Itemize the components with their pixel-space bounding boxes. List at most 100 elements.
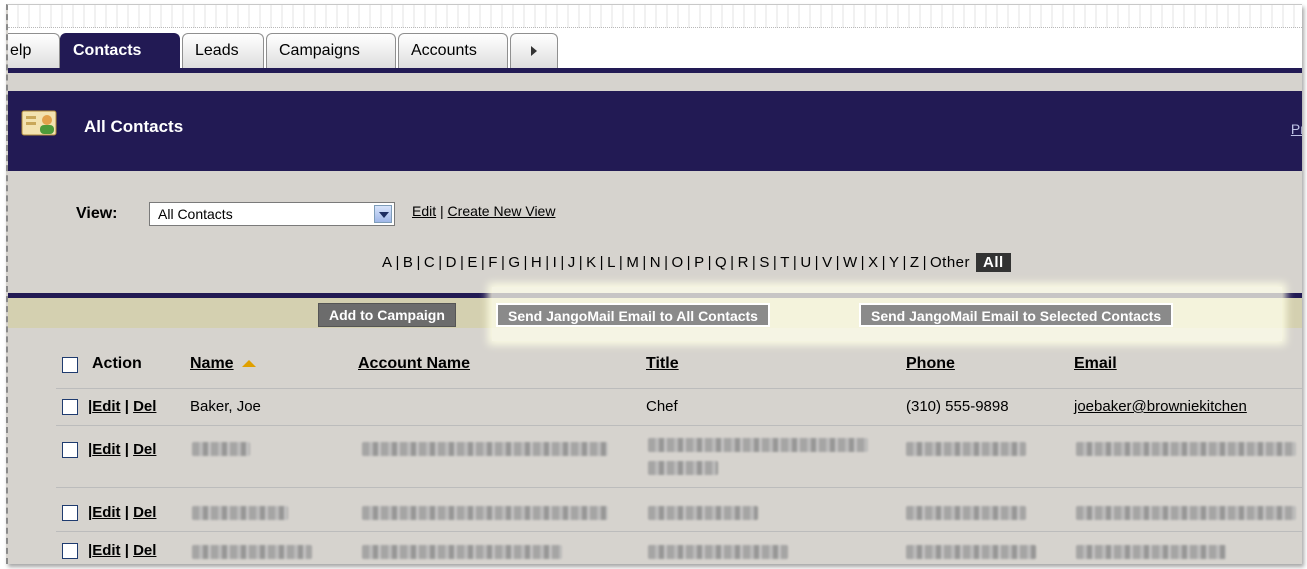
column-header-title[interactable]: Title (646, 355, 679, 373)
chevron-right-icon (531, 45, 537, 56)
redacted-phone (906, 545, 1036, 559)
row-actions: |Edit | Del (88, 441, 156, 458)
row-checkbox[interactable] (62, 442, 78, 458)
alphabet-separator: | (707, 254, 712, 271)
column-header-action: Action (92, 355, 142, 372)
tab-accounts[interactable]: Accounts (398, 33, 508, 68)
alphabet-letter-s[interactable]: S (759, 254, 770, 271)
action-separator: | (124, 542, 129, 559)
redacted-name (192, 442, 250, 456)
row-checkbox[interactable] (62, 505, 78, 521)
alphabet-separator: | (860, 254, 866, 271)
alphabet-letter-z[interactable]: Z (910, 254, 920, 271)
alphabet-letter-y[interactable]: Y (889, 254, 900, 271)
redacted-email (1076, 506, 1296, 520)
tab-campaigns[interactable]: Campaigns (266, 33, 396, 68)
alphabet-separator: | (664, 254, 669, 271)
tab-contacts[interactable]: Contacts (60, 33, 180, 68)
row-checkbox[interactable] (62, 399, 78, 415)
select-all-checkbox[interactable] (62, 357, 78, 373)
alphabet-letter-d[interactable]: D (446, 254, 457, 271)
edit-view-link[interactable]: Edit (412, 203, 436, 219)
alphabet-letter-o[interactable]: O (671, 254, 683, 271)
redacted-phone (906, 506, 1026, 520)
alphabet-letter-other[interactable]: Other (930, 254, 970, 271)
alphabet-letter-k[interactable]: K (586, 254, 597, 271)
alphabet-separator: | (438, 254, 443, 271)
tab-help[interactable]: elp (8, 33, 60, 68)
nav-spacer (8, 73, 1302, 91)
add-to-campaign-button[interactable]: Add to Campaign (318, 303, 456, 327)
alphabet-letter-m[interactable]: M (626, 254, 639, 271)
create-new-view-link[interactable]: Create New View (448, 203, 556, 219)
row-edit-link[interactable]: Edit (92, 441, 120, 458)
alphabet-separator: | (642, 254, 647, 271)
action-separator: | (124, 441, 129, 458)
alphabet-letter-j[interactable]: J (568, 254, 576, 271)
alphabet-letter-t[interactable]: T (780, 254, 790, 271)
page-title: All Contacts (84, 117, 184, 136)
alphabet-letter-q[interactable]: Q (715, 254, 727, 271)
row-edit-link[interactable]: Edit (92, 542, 120, 559)
alphabet-letter-l[interactable]: L (607, 254, 616, 271)
alphabet-letter-w[interactable]: W (843, 254, 858, 271)
send-jangomail-selected-button[interactable]: Send JangoMail Email to Selected Contact… (859, 303, 1174, 327)
redacted-title (648, 506, 758, 520)
alphabet-letter-b[interactable]: B (403, 254, 414, 271)
contact-email[interactable]: joebaker@browniekitchen (1074, 398, 1247, 415)
row-edit-link[interactable]: Edit (92, 504, 120, 521)
contact-email-link[interactable]: joebaker@browniekitchen (1074, 398, 1247, 415)
alphabet-letter-r[interactable]: R (738, 254, 749, 271)
row-divider (56, 388, 1302, 389)
alphabet-separator: | (480, 254, 486, 271)
alphabet-separator: | (814, 254, 820, 271)
column-header-name-label: Name (190, 355, 234, 372)
alphabet-separator: | (578, 254, 584, 271)
alphabet-separator: | (881, 254, 886, 271)
redacted-name (192, 506, 288, 520)
alphabet-separator: | (500, 254, 506, 271)
alphabet-separator: | (922, 254, 927, 271)
column-header-phone[interactable]: Phone (906, 355, 955, 373)
printable-view-link[interactable]: Pri (1291, 121, 1302, 137)
row-delete-link[interactable]: Del (133, 504, 156, 521)
alphabet-letter-g[interactable]: G (508, 254, 520, 271)
row-delete-link[interactable]: Del (133, 398, 156, 415)
row-delete-link[interactable]: Del (133, 441, 156, 458)
alphabet-letter-p[interactable]: P (694, 254, 705, 271)
tab-more-arrow[interactable] (510, 33, 558, 68)
alphabet-separator: | (523, 254, 528, 271)
contact-title: Chef (646, 398, 678, 415)
alphabet-separator: | (772, 254, 778, 271)
alphabet-letter-i[interactable]: I (553, 254, 558, 271)
browser-top-edge (8, 5, 1302, 28)
column-header-email[interactable]: Email (1074, 355, 1117, 373)
alphabet-letter-u[interactable]: U (800, 254, 811, 271)
alphabet-letter-n[interactable]: N (650, 254, 661, 271)
alphabet-letter-x[interactable]: X (868, 254, 879, 271)
row-divider (56, 425, 1302, 426)
send-jangomail-all-button[interactable]: Send JangoMail Email to All Contacts (496, 303, 770, 327)
alphabet-letter-e[interactable]: E (467, 254, 478, 271)
alphabet-all-selected[interactable]: All (976, 253, 1011, 272)
column-header-name[interactable]: Name (190, 355, 256, 373)
column-header-account[interactable]: Account Name (358, 355, 470, 373)
row-edit-link[interactable]: Edit (92, 398, 120, 415)
contact-name[interactable]: Baker, Joe (190, 398, 261, 415)
alphabet-letter-a[interactable]: A (382, 254, 393, 271)
alphabet-letter-v[interactable]: V (822, 254, 833, 271)
view-links: Edit | Create New View (412, 203, 555, 219)
tab-leads[interactable]: Leads (182, 33, 264, 68)
alphabet-separator: | (686, 254, 692, 271)
alphabet-letter-c[interactable]: C (424, 254, 435, 271)
alphabet-letter-h[interactable]: H (531, 254, 542, 271)
row-delete-link[interactable]: Del (133, 542, 156, 559)
alphabet-separator: | (599, 254, 605, 271)
alphabet-separator: | (560, 254, 565, 271)
redacted-title (648, 438, 868, 452)
chevron-down-icon[interactable] (374, 205, 392, 223)
row-checkbox[interactable] (62, 543, 78, 559)
alphabet-separator: | (416, 254, 421, 271)
view-select[interactable]: All Contacts (149, 202, 395, 226)
alphabet-letter-f[interactable]: F (488, 254, 498, 271)
